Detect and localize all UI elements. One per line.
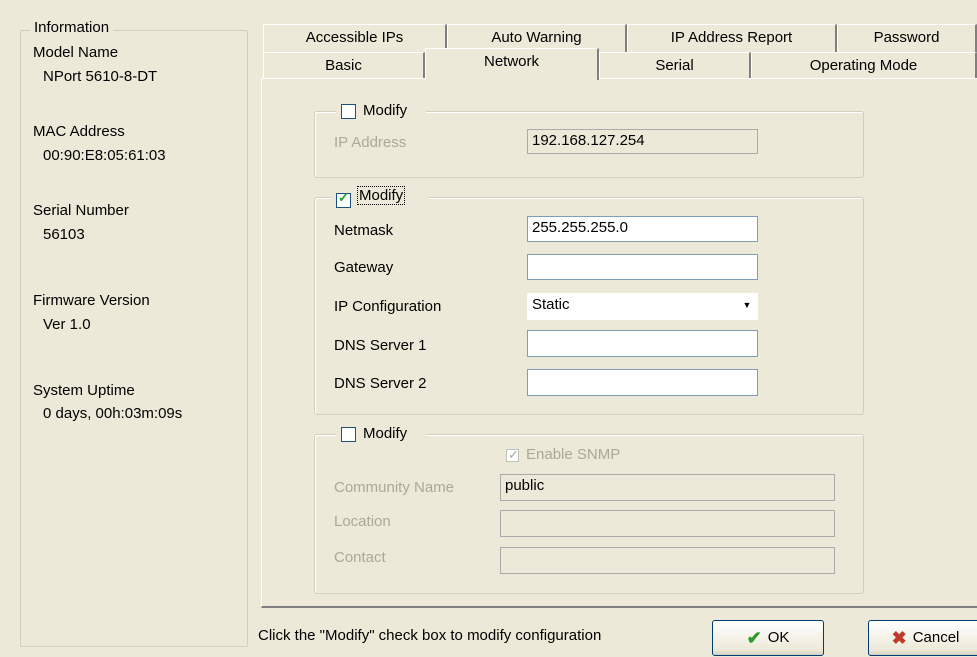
enable-snmp-label: Enable SNMP [526, 446, 621, 463]
chevron-down-icon[interactable]: ▼ [737, 294, 757, 316]
net-modify-checkbox[interactable]: ✓ [336, 190, 351, 208]
snmp-modify-label: Modify [363, 425, 408, 442]
ip-address-field[interactable]: 192.168.127.254 [527, 129, 758, 154]
ip-configuration-select[interactable]: Static ▼ [527, 293, 758, 320]
system-uptime-value: 0 days, 00h:03m:09s [43, 405, 183, 422]
community-name-field[interactable]: public [500, 474, 835, 501]
information-legend: Information [30, 19, 114, 36]
location-field[interactable] [500, 510, 835, 537]
tab-accessible-ips[interactable]: Accessible IPs [263, 24, 447, 52]
system-uptime-label: System Uptime [33, 382, 135, 399]
status-hint: Click the "Modify" check box to modify c… [258, 627, 602, 644]
ip-modify-checkbox[interactable] [341, 104, 356, 119]
firmware-version-value: Ver 1.0 [43, 316, 91, 333]
dns-server-2-label: DNS Server 2 [334, 375, 427, 392]
tab-serial[interactable]: Serial [599, 52, 751, 80]
community-name-label: Community Name [334, 479, 455, 496]
tab-operating-mode[interactable]: Operating Mode [751, 52, 977, 80]
ok-button[interactable]: ✔ OK [712, 620, 824, 656]
firmware-version-label: Firmware Version [33, 292, 150, 309]
snmp-modify-checkbox[interactable] [341, 427, 356, 442]
model-name-label: Model Name [33, 44, 119, 61]
serial-number-label: Serial Number [33, 202, 129, 219]
checkmark-icon: ✓ [338, 190, 349, 205]
ip-modify-label: Modify [363, 102, 408, 119]
model-name-value: NPort 5610-8-DT [43, 68, 158, 85]
ip-configuration-label: IP Configuration [334, 298, 442, 315]
contact-field[interactable] [500, 547, 835, 574]
tab-network[interactable]: Network [425, 48, 599, 80]
enable-snmp-checkbox[interactable]: ✓ [506, 447, 519, 462]
checkmark-icon: ✓ [508, 447, 519, 462]
tab-basic[interactable]: Basic [263, 52, 425, 80]
x-icon: ✖ [891, 628, 907, 648]
dns-server-1-field[interactable] [527, 330, 758, 357]
dns-server-1-label: DNS Server 1 [334, 337, 427, 354]
net-modify-label: Modify [357, 186, 406, 205]
cancel-button-label: Cancel [912, 629, 960, 646]
checkmark-icon: ✔ [746, 628, 762, 648]
cancel-button[interactable]: ✖ Cancel [868, 620, 977, 656]
location-label: Location [334, 513, 391, 530]
netmask-label: Netmask [334, 222, 394, 239]
ip-address-label: IP Address [334, 134, 407, 151]
netmask-field[interactable]: 255.255.255.0 [527, 216, 758, 242]
mac-address-label: MAC Address [33, 123, 125, 140]
tab-password[interactable]: Password [837, 24, 977, 52]
tab-ip-address-report[interactable]: IP Address Report [627, 24, 837, 52]
gateway-label: Gateway [334, 259, 394, 276]
mac-address-value: 00:90:E8:05:61:03 [43, 147, 166, 164]
contact-label: Contact [334, 549, 386, 566]
dns-server-2-field[interactable] [527, 369, 758, 396]
gateway-field[interactable] [527, 254, 758, 280]
ip-configuration-value: Static [532, 296, 570, 313]
serial-number-value: 56103 [43, 226, 85, 243]
ok-button-label: OK [767, 629, 790, 646]
